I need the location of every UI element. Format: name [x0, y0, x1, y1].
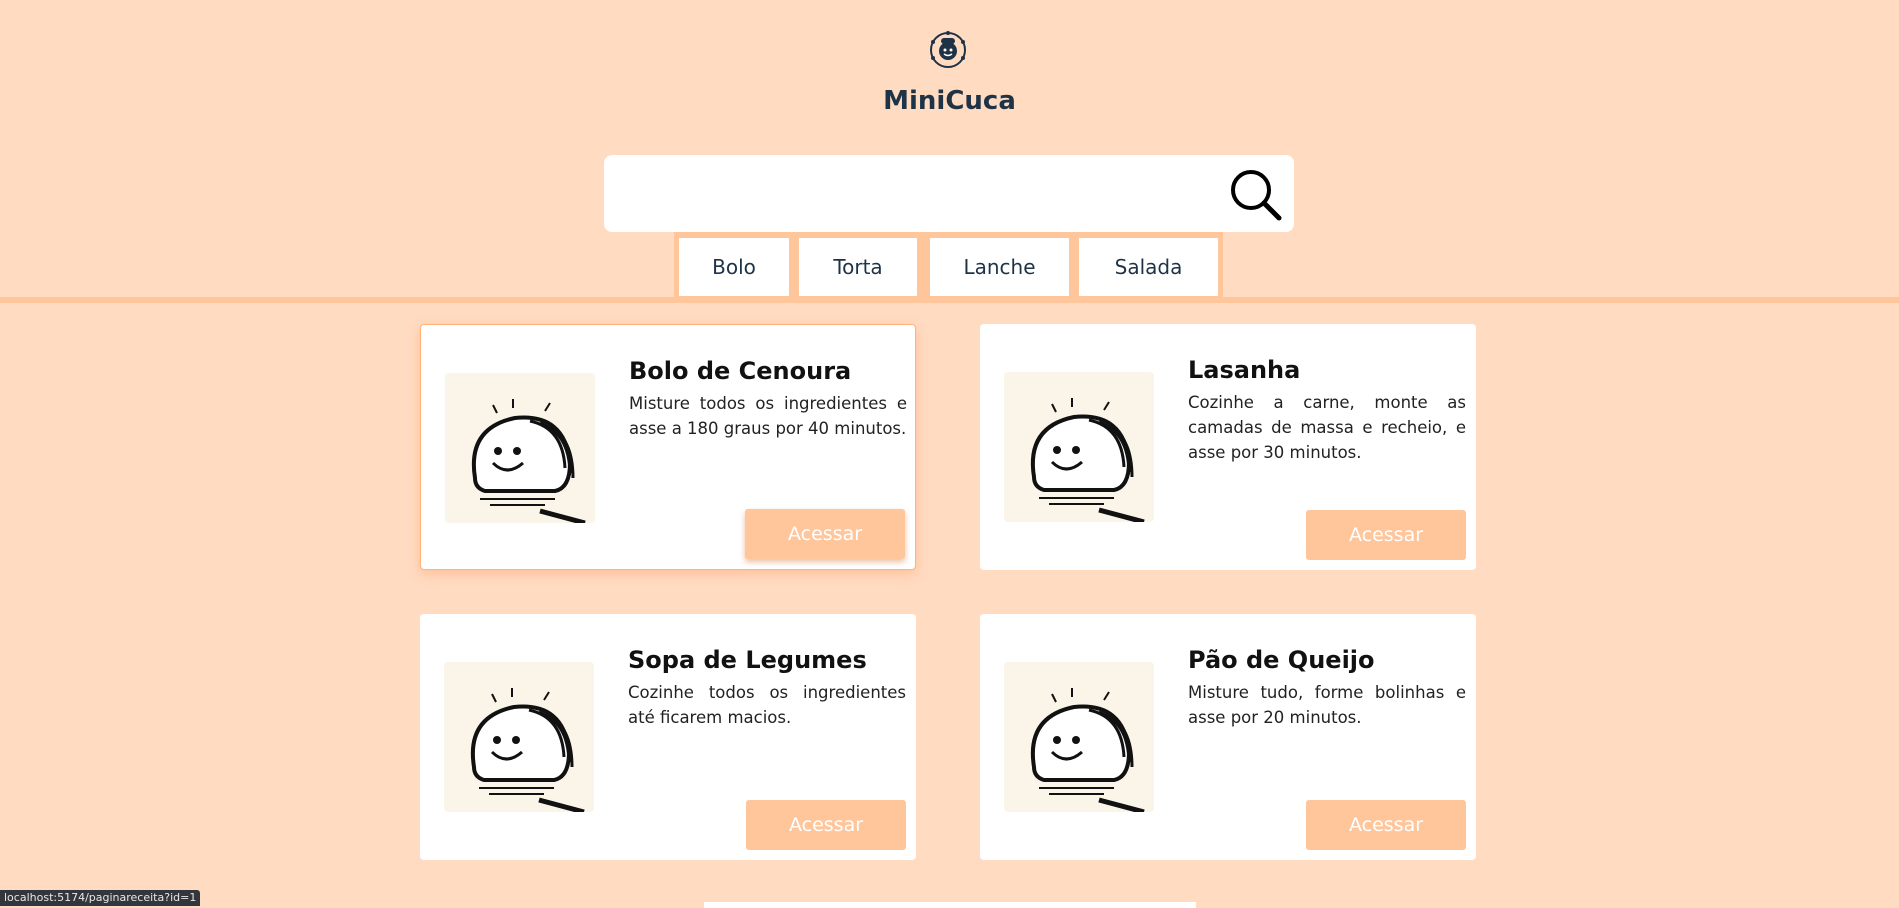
recipe-title: Pão de Queijo	[1188, 646, 1375, 674]
access-button[interactable]: Acessar	[1306, 510, 1466, 560]
access-button[interactable]: Acessar	[745, 509, 905, 559]
header: MiniCuca Bolo Torta Lanche Salada	[0, 0, 1899, 300]
search-icon[interactable]	[1228, 167, 1284, 223]
recipe-description: Cozinhe todos os ingredientes até ficare…	[628, 683, 906, 727]
recipe-card[interactable]: Pão de Queijo Misture tudo, forme bolinh…	[980, 614, 1476, 860]
recipe-card[interactable]: Lasanha Cozinhe a carne, monte as camada…	[980, 324, 1476, 570]
header-divider	[0, 297, 1899, 303]
category-bolo[interactable]: Bolo	[679, 238, 789, 296]
bread-loaf-illustration-icon	[1004, 662, 1154, 812]
recipe-description: Misture tudo, forme bolinhas e asse por …	[1188, 683, 1466, 727]
brand-title: MiniCuca	[883, 86, 1016, 116]
recipe-title: Lasanha	[1188, 356, 1301, 384]
recipe-description: Misture todos os ingredientes e asse a 1…	[629, 394, 907, 438]
chef-logo-icon	[930, 31, 966, 68]
bread-loaf-illustration-icon	[1004, 372, 1154, 522]
status-bar-url: localhost:5174/paginareceita?id=1	[0, 890, 201, 906]
recipe-title: Bolo de Cenoura	[629, 357, 852, 385]
recipe-title: Sopa de Legumes	[628, 646, 867, 674]
recipe-description: Cozinhe a carne, monte as camadas de mas…	[1188, 393, 1466, 462]
recipe-card-partial	[704, 902, 1196, 908]
category-torta[interactable]: Torta	[799, 238, 917, 296]
category-filter-bar: Bolo Torta Lanche Salada	[674, 232, 1223, 299]
category-lanche[interactable]: Lanche	[930, 238, 1069, 296]
bread-loaf-illustration-icon	[445, 373, 595, 523]
search-bar[interactable]	[604, 155, 1294, 232]
access-button[interactable]: Acessar	[746, 800, 906, 850]
recipe-card[interactable]: Bolo de Cenoura Misture todos os ingredi…	[420, 324, 916, 570]
bread-loaf-illustration-icon	[444, 662, 594, 812]
category-salada[interactable]: Salada	[1079, 238, 1218, 296]
access-button[interactable]: Acessar	[1306, 800, 1466, 850]
recipe-card[interactable]: Sopa de Legumes Cozinhe todos os ingredi…	[420, 614, 916, 860]
